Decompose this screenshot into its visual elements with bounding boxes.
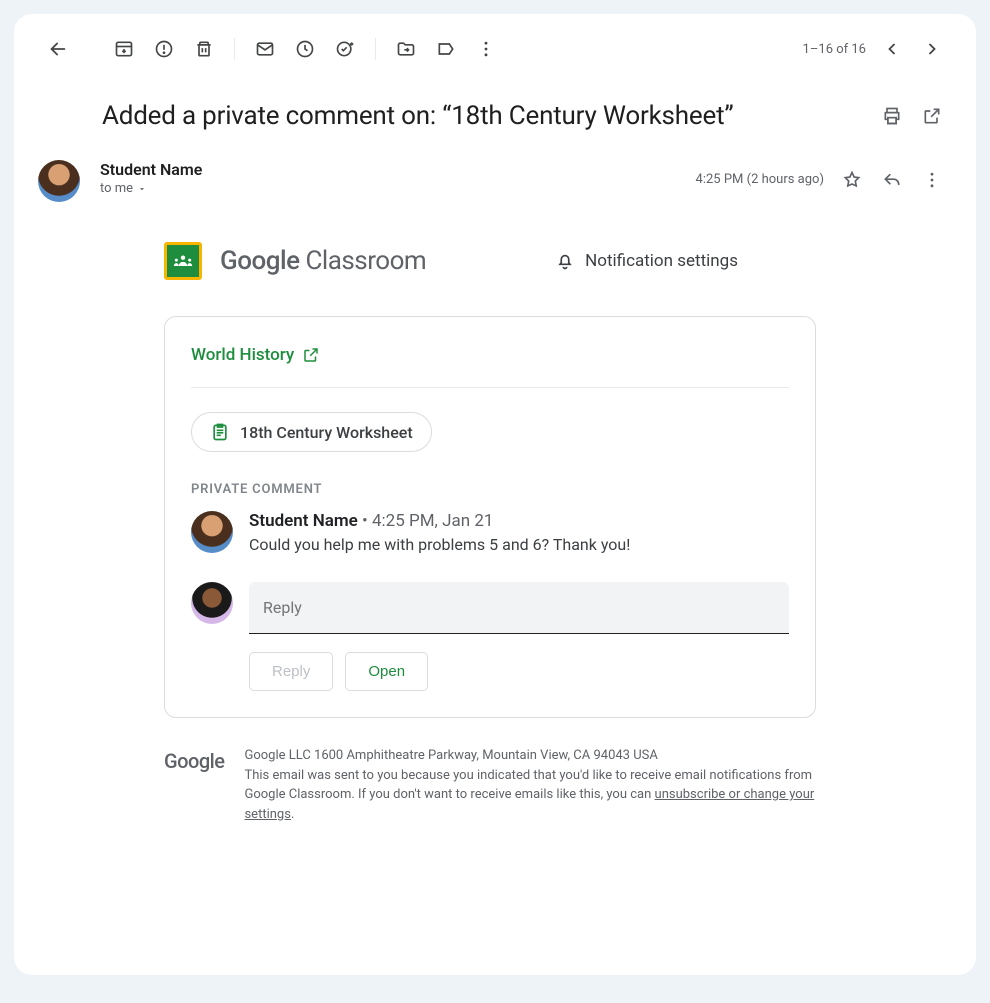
sender-row: Student Name to me 4:25 PM (2 hours ago) xyxy=(38,156,952,202)
subject-row: Added a private comment on: “18th Centur… xyxy=(38,74,952,156)
report-spam-button[interactable] xyxy=(144,29,184,69)
print-button[interactable] xyxy=(872,96,912,136)
assignment-title: 18th Century Worksheet xyxy=(240,423,413,442)
comment-text: Could you help me with problems 5 and 6?… xyxy=(249,535,630,554)
next-page-button[interactable] xyxy=(912,29,952,69)
reply-input[interactable] xyxy=(249,582,789,634)
add-to-tasks-button[interactable] xyxy=(325,29,365,69)
class-name: World History xyxy=(191,345,294,365)
message-more-button[interactable] xyxy=(912,160,952,200)
assignment-icon xyxy=(210,422,230,442)
classroom-logo-icon xyxy=(164,242,202,280)
labels-button[interactable] xyxy=(426,29,466,69)
brand-row: Google Classroom Notification settings xyxy=(164,242,738,280)
reply-submit-button[interactable]: Reply xyxy=(249,652,333,691)
page-count: 1–16 of 16 xyxy=(803,42,866,57)
classroom-logo-text: Google Classroom xyxy=(220,246,426,276)
open-button[interactable]: Open xyxy=(345,652,428,691)
private-comment-label: Private Comment xyxy=(191,482,789,497)
sender-avatar[interactable] xyxy=(38,160,80,202)
toolbar-separator xyxy=(375,38,376,60)
toolbar: 1–16 of 16 xyxy=(38,24,952,74)
bell-icon xyxy=(555,251,575,271)
footer-disclaimer: This email was sent to you because you i… xyxy=(244,766,816,825)
footer-address: Google LLC 1600 Amphitheatre Parkway, Mo… xyxy=(244,746,816,766)
reply-row xyxy=(191,582,789,634)
email-subject: Added a private comment on: “18th Centur… xyxy=(102,101,872,131)
chevron-down-icon xyxy=(137,184,147,194)
reply-button[interactable] xyxy=(872,160,912,200)
class-link[interactable]: World History xyxy=(191,345,789,365)
my-avatar xyxy=(191,582,233,624)
snooze-button[interactable] xyxy=(285,29,325,69)
notification-settings-link[interactable]: Notification settings xyxy=(555,251,738,271)
star-button[interactable] xyxy=(832,160,872,200)
email-body: Google Classroom Notification settings W… xyxy=(38,202,738,824)
archive-button[interactable] xyxy=(104,29,144,69)
comment-header: Student Name • 4:25 PM, Jan 21 xyxy=(249,511,630,531)
recipient-label: to me xyxy=(100,181,133,196)
comment-time: 4:25 PM, Jan 21 xyxy=(372,511,493,531)
sender-name[interactable]: Student Name xyxy=(100,160,696,179)
open-external-icon xyxy=(302,346,320,364)
back-button[interactable] xyxy=(38,29,78,69)
delete-button[interactable] xyxy=(184,29,224,69)
prev-page-button[interactable] xyxy=(872,29,912,69)
move-to-button[interactable] xyxy=(386,29,426,69)
comment-row: Student Name • 4:25 PM, Jan 21 Could you… xyxy=(191,511,789,554)
more-button[interactable] xyxy=(466,29,506,69)
email-timestamp: 4:25 PM (2 hours ago) xyxy=(696,160,824,200)
notification-card: World History 18th Century Worksheet Pri… xyxy=(164,316,816,718)
recipient-dropdown[interactable]: to me xyxy=(100,181,696,196)
notification-settings-label: Notification settings xyxy=(585,251,738,271)
email-window: 1–16 of 16 Added a private comment on: “… xyxy=(14,14,976,975)
button-row: Reply Open xyxy=(249,652,789,691)
commenter-avatar xyxy=(191,511,233,553)
comment-author: Student Name xyxy=(249,511,358,531)
mark-unread-button[interactable] xyxy=(245,29,285,69)
toolbar-separator xyxy=(234,38,235,60)
open-new-window-button[interactable] xyxy=(912,96,952,136)
google-logo: Google xyxy=(164,746,224,824)
divider xyxy=(191,387,789,388)
email-footer: Google Google LLC 1600 Amphitheatre Park… xyxy=(164,746,816,824)
assignment-chip[interactable]: 18th Century Worksheet xyxy=(191,412,432,452)
